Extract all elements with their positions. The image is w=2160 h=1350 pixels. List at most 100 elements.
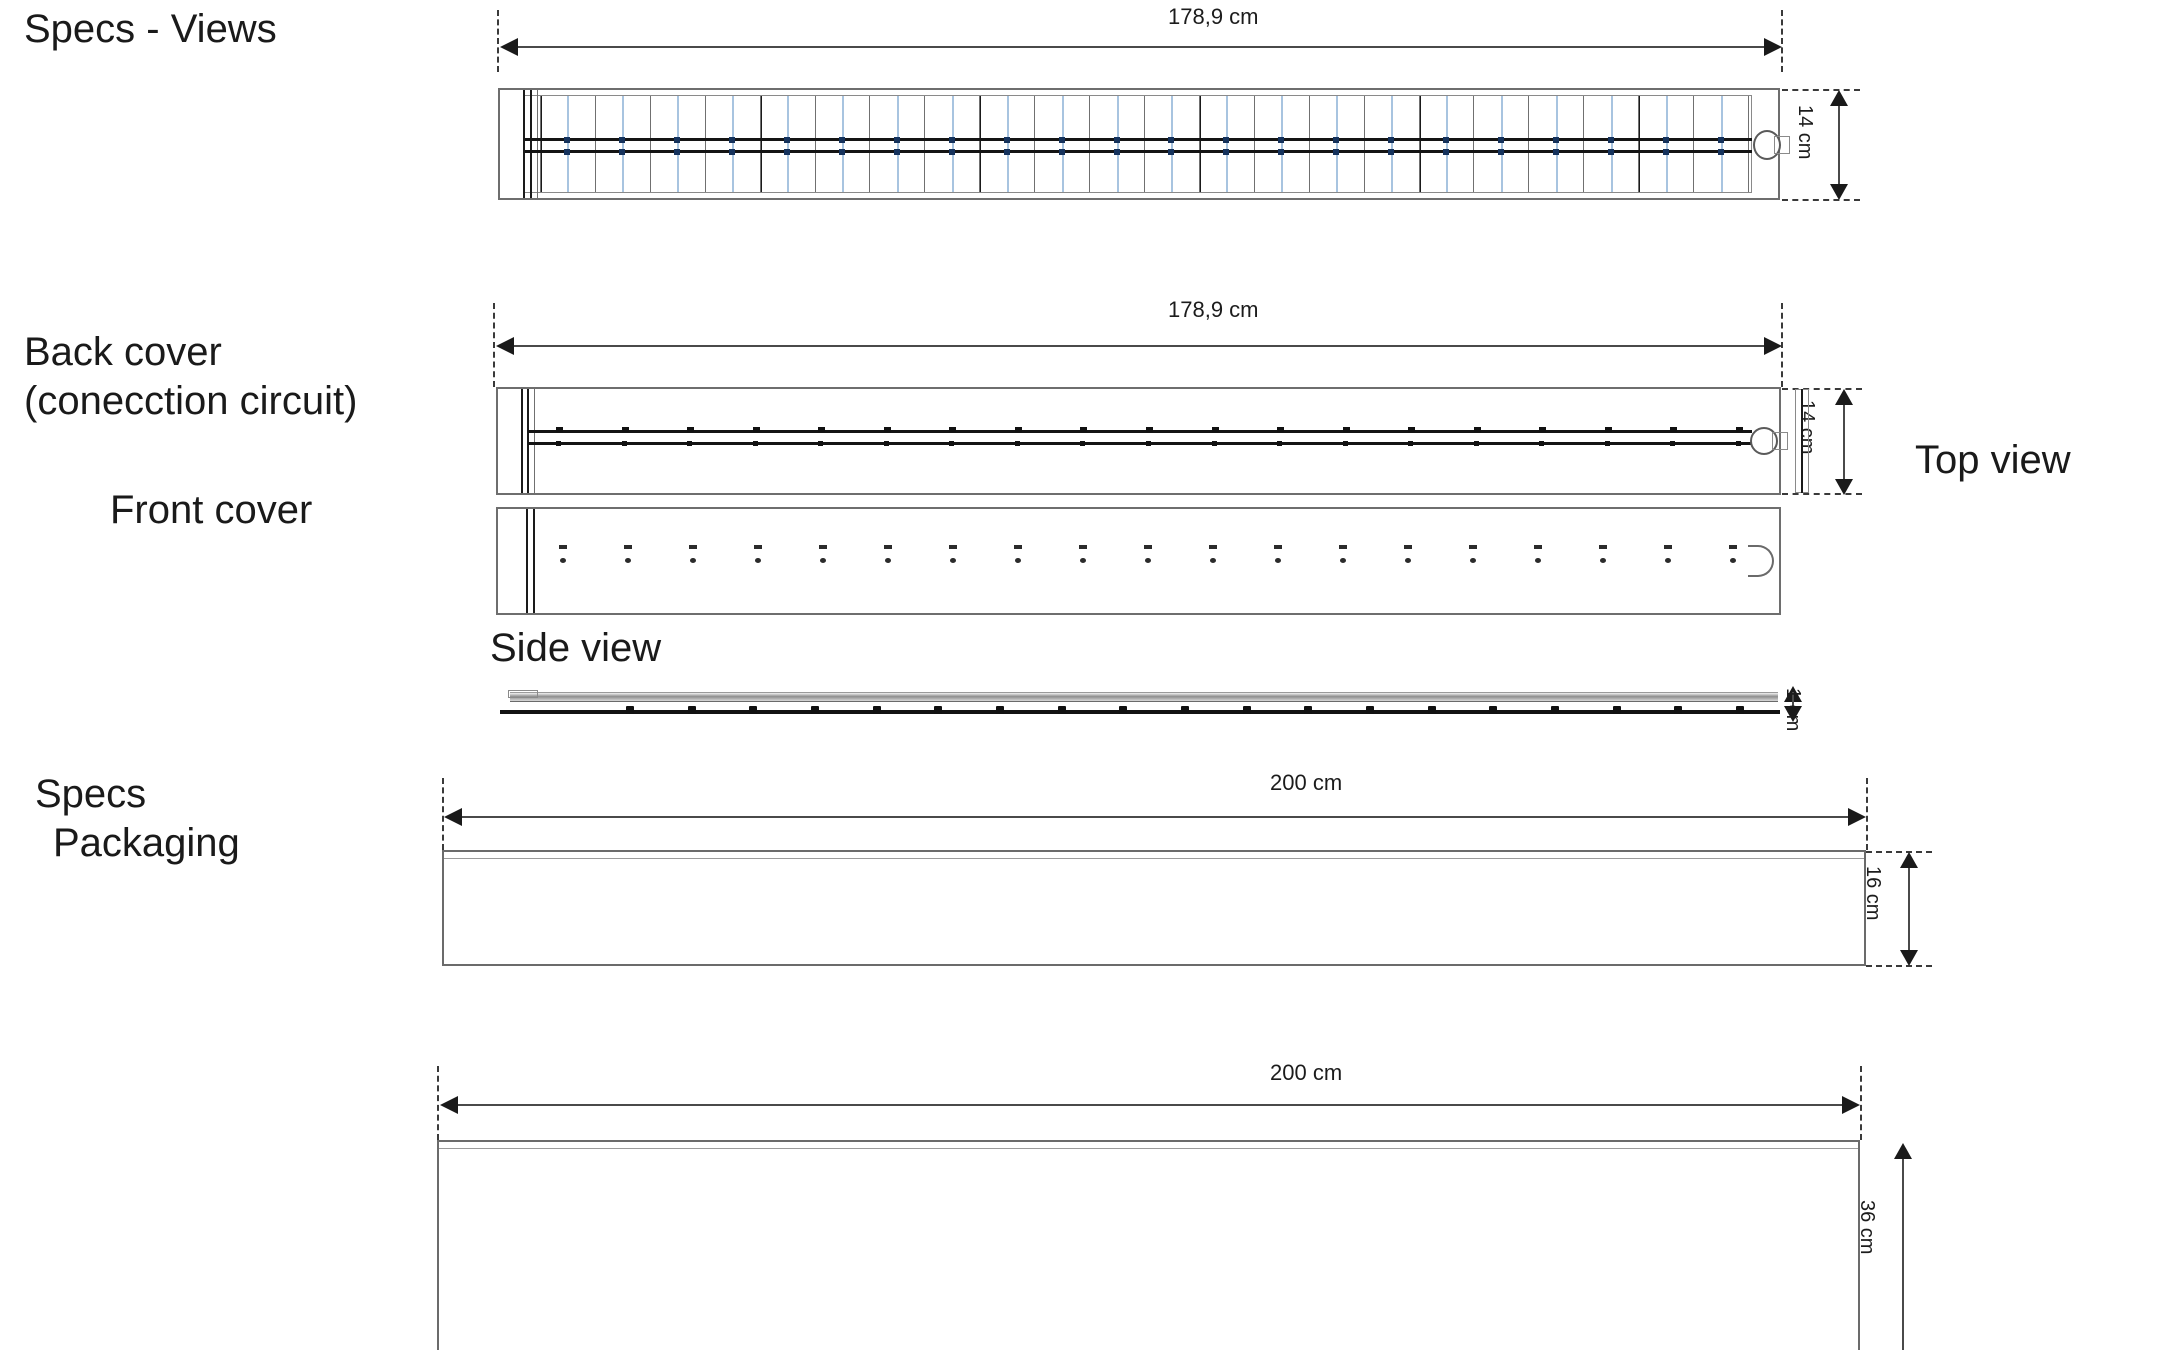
back-cover-node-dot <box>1408 427 1415 432</box>
top-view-led-line <box>1007 96 1009 192</box>
top-view-led-line <box>567 96 569 192</box>
back-cover-node-dot <box>1212 441 1217 446</box>
dimension-line-back-length <box>502 345 1778 347</box>
top-view-led-line <box>842 96 844 192</box>
dimension-label-side-thickness: 1 cm <box>1782 688 1804 732</box>
top-view-node-dot <box>1004 149 1010 155</box>
label-specs-packaging: Specs Packaging <box>35 770 240 868</box>
side-view-dot <box>873 706 881 714</box>
extension-line-back-left <box>493 303 495 387</box>
back-cover-node-dot <box>1408 441 1413 446</box>
label-specs-packaging-line1: Specs <box>35 772 147 816</box>
front-cover-dot <box>1730 558 1736 563</box>
front-cover-dot <box>1145 558 1151 563</box>
back-cover-node-dot <box>949 441 954 446</box>
top-view-connector-tab <box>1774 136 1790 154</box>
top-view-led-line <box>732 96 734 192</box>
back-cover-node-dot <box>1146 441 1151 446</box>
side-view-dot <box>1243 706 1251 714</box>
top-view-cell-line <box>1034 96 1035 192</box>
back-cover-node-dot <box>1670 441 1675 446</box>
back-cover-node-dot <box>1277 427 1284 432</box>
top-view-node-dot <box>1443 149 1449 155</box>
top-view-endcap-c <box>537 90 538 198</box>
dimension-line-pkg2-height <box>1902 1148 1904 1350</box>
back-cover-node-dot <box>687 441 692 446</box>
front-cover-dot <box>884 545 892 549</box>
top-view-bus-rail-upper <box>525 138 1752 141</box>
label-front-cover: Front cover <box>110 488 313 532</box>
extension-line-pkg1-height-upper <box>1866 851 1932 853</box>
label-back-cover-line1: Back cover <box>24 330 222 374</box>
packaging-box-large <box>437 1140 1860 1350</box>
top-view-node-dot <box>949 149 955 155</box>
top-view-node-dot <box>784 137 790 143</box>
top-view-node-dot <box>1388 137 1394 143</box>
top-view-node-dot <box>1168 149 1174 155</box>
front-cover-dot <box>625 558 631 563</box>
top-view-node-dot <box>1059 137 1065 143</box>
side-view-dot <box>1181 706 1189 714</box>
back-cover-node-dot <box>949 427 956 432</box>
top-view-cell-line <box>1748 96 1749 192</box>
front-cover-dot <box>1209 545 1217 549</box>
back-cover-endcap-a <box>521 389 523 493</box>
side-view-profile-bar <box>510 692 1778 702</box>
top-view-cell-line <box>1199 96 1200 192</box>
top-view-cell-line <box>1693 96 1694 192</box>
top-view-cell-line <box>650 96 651 192</box>
front-cover-dot <box>1405 558 1411 563</box>
back-cover-node-dot <box>1539 427 1546 432</box>
side-view-dot <box>626 706 634 714</box>
top-view-cell-line <box>1254 96 1255 192</box>
back-cover-node-dot <box>1015 427 1022 432</box>
back-cover-node-dot <box>1343 441 1348 446</box>
arrow-down-top-height <box>1830 184 1848 200</box>
dimension-label-pkg2-height: 36 cm <box>1856 1200 1878 1255</box>
top-view-node-dot <box>1718 149 1724 155</box>
top-view-led-line <box>1446 96 1448 192</box>
top-view-cell-line <box>1419 96 1420 192</box>
top-view-led-line <box>677 96 679 192</box>
back-cover-node-dot <box>884 441 889 446</box>
back-cover-node-dot <box>622 427 629 432</box>
top-view-node-dot <box>1333 149 1339 155</box>
top-view-led-line <box>1666 96 1668 192</box>
front-cover-dot <box>1599 545 1607 549</box>
side-view-dot <box>688 706 696 714</box>
dimension-line-pkg2-length <box>446 1104 1858 1106</box>
top-view-node-dot <box>949 137 955 143</box>
top-view-node-dot <box>839 149 845 155</box>
arrow-left-back-length <box>496 337 514 355</box>
front-cover-dot <box>1470 558 1476 563</box>
side-view-dot <box>1058 706 1066 714</box>
extension-line-pkg1-height-lower <box>1866 965 1932 967</box>
top-view-node-dot <box>784 149 790 155</box>
packaging-box-small-inner-line <box>444 858 1864 859</box>
top-view-cell-line <box>595 96 596 192</box>
front-cover-endcap-a <box>526 509 528 613</box>
top-view-cell-line <box>1309 96 1310 192</box>
back-cover-node-dot <box>1670 427 1677 432</box>
dimension-line-top-length <box>506 46 1778 48</box>
front-cover-panel <box>496 507 1781 615</box>
dimension-line-pkg1-height <box>1908 857 1910 961</box>
arrow-right-pkg2-length <box>1842 1096 1860 1114</box>
arrow-up-pkg1-height <box>1900 852 1918 868</box>
side-view-dot <box>1119 706 1127 714</box>
label-top-view: Top view <box>1915 438 2071 482</box>
back-cover-node-dot <box>1736 441 1741 446</box>
front-cover-dot <box>1014 545 1022 549</box>
top-view-node-dot <box>1553 149 1559 155</box>
top-view-led-line <box>1062 96 1064 192</box>
top-view-led-line <box>1391 96 1393 192</box>
top-view-cell-line <box>760 96 761 192</box>
extension-line-pkg1-right <box>1866 778 1868 850</box>
front-cover-dot <box>1600 558 1606 563</box>
side-view-dot <box>1551 706 1559 714</box>
dimension-label-pkg2-length: 200 cm <box>1270 1060 1343 1085</box>
top-view-node-dot <box>729 137 735 143</box>
dimension-line-back-height <box>1843 394 1845 489</box>
arrow-left-top-length <box>500 38 518 56</box>
specification-sheet: Specs - Views 178,9 cm 14 cm Back cover … <box>0 0 2160 1350</box>
